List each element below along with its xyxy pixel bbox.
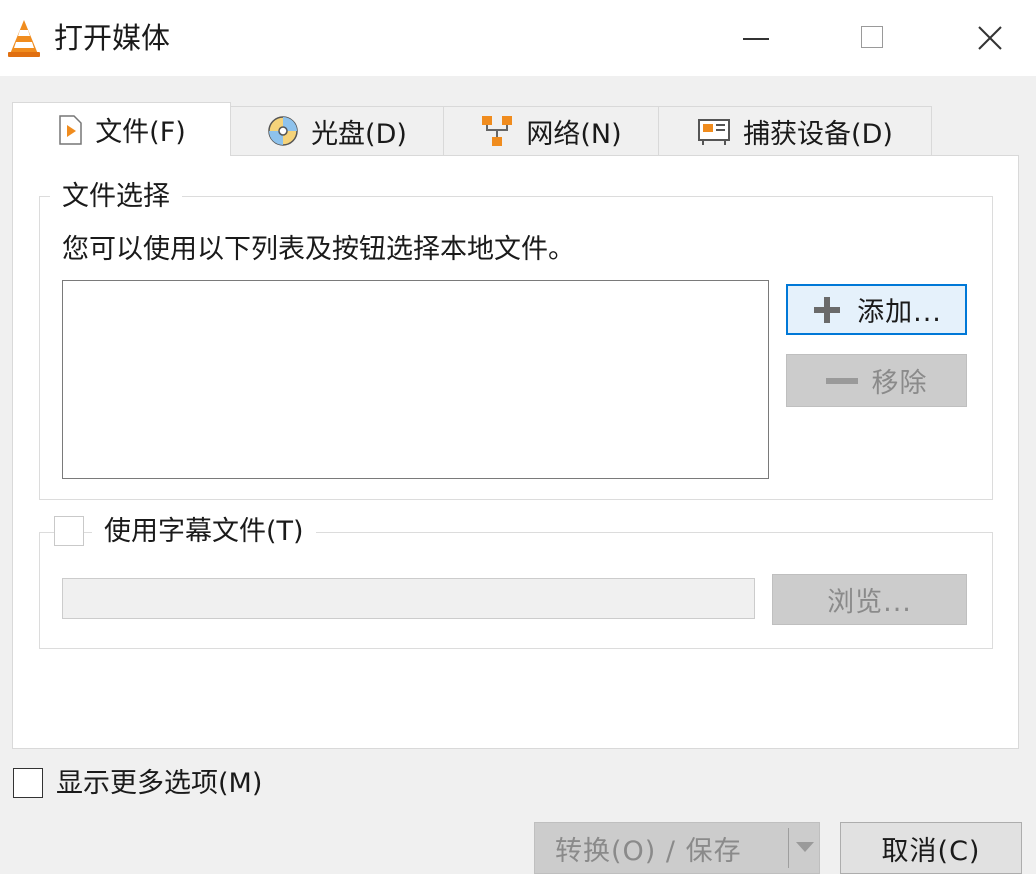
use-subtitle-label: 使用字幕文件(T): [92, 514, 316, 550]
remove-file-button[interactable]: 移除: [786, 354, 967, 407]
browse-button[interactable]: 浏览...: [772, 574, 967, 625]
tab-network[interactable]: 网络(N): [443, 106, 659, 156]
tab-file-label: 文件(F): [95, 117, 186, 148]
window-title: 打开媒体: [54, 21, 171, 55]
minus-icon: [825, 377, 858, 384]
file-play-icon: [57, 114, 83, 145]
tab-capture-device-label: 捕获设备(D): [743, 118, 893, 150]
capture-card-icon: [697, 116, 731, 146]
tab-disc[interactable]: 光盘(D): [230, 106, 444, 156]
file-selection-description: 您可以使用以下列表及按钮选择本地文件。: [62, 234, 575, 265]
show-more-options-label: 显示更多选项(M): [56, 768, 263, 799]
add-file-label: 添加...: [857, 297, 942, 328]
subtitle-path-field[interactable]: [62, 578, 755, 619]
use-subtitle-checkbox[interactable]: [54, 516, 84, 546]
convert-save-label: 转换(O) / 保存: [555, 835, 742, 867]
tab-file[interactable]: 文件(F): [12, 102, 231, 156]
tab-network-label: 网络(N): [526, 118, 622, 150]
split-divider: [788, 828, 789, 868]
browse-label: 浏览...: [827, 587, 912, 618]
cancel-button[interactable]: 取消(C): [840, 822, 1022, 874]
close-icon: [978, 26, 1002, 50]
add-file-button[interactable]: 添加...: [786, 284, 967, 335]
dropdown-arrow-icon[interactable]: [796, 842, 814, 852]
convert-save-button[interactable]: 转换(O) / 保存: [534, 822, 820, 874]
cancel-label: 取消(C): [881, 835, 981, 867]
vlc-cone-icon: [6, 18, 42, 58]
plus-icon: [814, 296, 841, 323]
disc-icon: [267, 115, 299, 147]
close-button[interactable]: [960, 14, 1020, 62]
tab-disc-label: 光盘(D): [311, 118, 407, 150]
file-list[interactable]: [62, 280, 769, 479]
show-more-options-checkbox[interactable]: [13, 768, 43, 798]
tab-capture-device[interactable]: 捕获设备(D): [658, 106, 932, 156]
remove-file-label: 移除: [871, 368, 928, 399]
minimize-button[interactable]: [726, 14, 786, 62]
maximize-button[interactable]: [842, 14, 902, 62]
file-selection-title: 文件选择: [50, 179, 182, 215]
network-icon: [480, 114, 514, 148]
title-bar: 打开媒体: [0, 0, 1036, 76]
